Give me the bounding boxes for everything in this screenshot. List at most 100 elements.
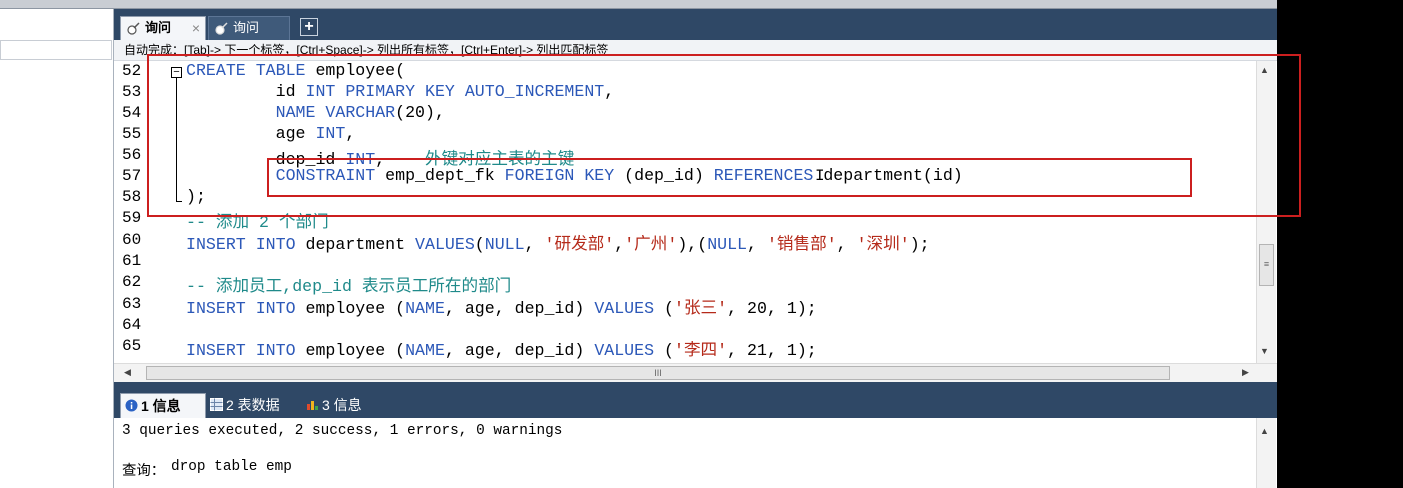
window-title-strip: [0, 0, 1277, 9]
scroll-up-icon[interactable]: ▲: [1260, 426, 1269, 436]
sql-keyword: NULL: [484, 235, 525, 254]
pane-splitter[interactable]: [114, 382, 1277, 391]
code-line[interactable]: INSERT INTO department VALUES(NULL, '研发部…: [186, 230, 930, 254]
line-number: 62: [122, 273, 142, 291]
results-vertical-scrollbar[interactable]: ▲: [1256, 418, 1276, 488]
tab-label: 3 信息: [322, 397, 362, 413]
sql-text: ,: [524, 235, 545, 254]
code-line[interactable]: -- 添加 2 个部门: [186, 208, 329, 232]
query-label: 查询：: [122, 464, 166, 480]
line-number: 63: [122, 295, 142, 313]
code-line[interactable]: );: [186, 187, 206, 206]
scroll-down-icon[interactable]: ▼: [1260, 346, 1269, 356]
line-number: 56: [122, 146, 142, 164]
sql-text: ,: [747, 235, 767, 254]
scroll-thumb[interactable]: ≡: [1259, 244, 1274, 286]
scroll-thumb[interactable]: III: [146, 366, 1170, 380]
code-line[interactable]: CONSTRAINT emp_dept_fk FOREIGN KEY (dep_…: [186, 166, 963, 185]
tab-label: 1 信息: [141, 398, 181, 414]
tab-label: 询问: [233, 20, 260, 35]
line-number: 65: [122, 337, 142, 355]
scroll-up-icon[interactable]: ▲: [1260, 65, 1269, 75]
tab-table-data[interactable]: 2 表数据: [206, 393, 296, 418]
fold-toggle-icon[interactable]: −: [171, 67, 182, 78]
sql-keyword: INSERT INTO: [186, 235, 306, 254]
results-panel[interactable]: 3 queries executed, 2 success, 1 errors,…: [114, 418, 1277, 488]
tab-label: 询问: [145, 20, 172, 35]
code-line[interactable]: id INT PRIMARY KEY AUTO_INCREMENT,: [186, 82, 615, 101]
sql-keyword: CREATE TABLE: [186, 61, 316, 80]
sql-keyword: FOREIGN KEY: [504, 166, 625, 185]
line-number: 59: [122, 209, 142, 227]
fold-guide-end: [176, 201, 182, 202]
sql-text: (dep_id): [624, 166, 714, 185]
query-tab-icon: [215, 22, 228, 35]
sql-text: ,: [614, 235, 625, 254]
query-text: drop table emp: [171, 459, 292, 475]
sql-keyword: VALUES: [415, 235, 475, 254]
tab-query-active[interactable]: 询问 ×: [120, 16, 206, 40]
sql-keyword: VALUES: [594, 299, 665, 318]
info-icon: [125, 399, 138, 412]
line-number: 54: [122, 104, 142, 122]
sql-text: ),(: [677, 235, 708, 254]
results-tab-bar: 1 信息 2 表数据 3 信息: [114, 391, 1277, 418]
sql-string: '研发部': [544, 235, 615, 254]
query-tab-icon: [127, 22, 140, 35]
sql-text: (: [664, 341, 674, 360]
line-number: 57: [122, 167, 142, 185]
sql-text: department(id): [823, 166, 963, 185]
line-number: 64: [122, 316, 142, 334]
sql-text: , age, dep_id): [444, 341, 595, 360]
scroll-right-icon[interactable]: ▶: [1242, 367, 1249, 378]
tab-query-second[interactable]: 询问: [208, 16, 290, 40]
line-number: 61: [122, 252, 142, 270]
sql-text: ,: [345, 124, 356, 143]
sql-keyword: NAME: [405, 341, 445, 360]
code-line[interactable]: -- 添加员工,dep_id 表示员工所在的部门: [186, 272, 511, 296]
sql-text: (20),: [395, 103, 445, 122]
fold-guide: [176, 73, 177, 201]
sql-keyword: VALUES: [594, 341, 665, 360]
sql-string: '销售部': [766, 235, 837, 254]
new-tab-button[interactable]: +: [300, 18, 318, 36]
sql-string: '广州': [624, 235, 678, 254]
tab-info[interactable]: 3 信息: [302, 393, 380, 418]
sql-text: );: [186, 187, 206, 206]
sql-editor[interactable]: 52 53 54 55 56 57 58 59 60 61 62 63 64 6…: [114, 61, 1277, 363]
scroll-left-icon[interactable]: ◀: [124, 367, 131, 378]
line-number: 53: [122, 83, 142, 101]
object-filter-input[interactable]: [0, 40, 112, 60]
line-number: 60: [122, 231, 142, 249]
table-icon: [210, 398, 223, 411]
sql-text: department: [305, 235, 416, 254]
editor-vertical-scrollbar[interactable]: ▲ ≡ ▼: [1256, 61, 1276, 363]
line-number-gutter: 52 53 54 55 56 57 58 59 60 61 62 63 64 6…: [114, 61, 152, 363]
sql-text: employee (: [305, 299, 406, 318]
sql-keyword: NULL: [707, 235, 748, 254]
editor-horizontal-scrollbar[interactable]: ◀ III ▶: [114, 363, 1277, 382]
sql-keyword: CONSTRAINT: [275, 166, 386, 185]
code-line[interactable]: NAME VARCHAR(20),: [186, 103, 445, 122]
sql-keyword: INT PRIMARY KEY AUTO_INCREMENT: [305, 82, 605, 101]
object-browser-panel[interactable]: [0, 9, 114, 488]
sql-keyword: NAME VARCHAR: [275, 103, 396, 122]
line-number: 52: [122, 62, 142, 80]
sql-keyword: INSERT INTO: [186, 299, 306, 318]
close-tab-icon[interactable]: ×: [192, 17, 200, 39]
sql-text: age: [186, 124, 316, 143]
code-line[interactable]: CREATE TABLE employee(: [186, 61, 405, 80]
sql-text: ,: [836, 235, 857, 254]
code-line[interactable]: age INT,: [186, 124, 356, 143]
code-line[interactable]: INSERT INTO employee (NAME, age, dep_id)…: [186, 294, 817, 318]
sql-text: , 21, 1);: [727, 341, 817, 360]
tab-messages[interactable]: 1 信息: [120, 393, 206, 418]
sql-text: employee (: [305, 341, 406, 360]
sql-text: );: [909, 235, 930, 254]
query-tab-bar: 询问 × 询问 +: [114, 9, 1277, 40]
sql-text: ,: [604, 82, 615, 101]
code-line[interactable]: INSERT INTO employee (NAME, age, dep_id)…: [186, 336, 817, 360]
sql-keyword: REFERENCES: [713, 166, 824, 185]
sql-keyword: NAME: [405, 299, 445, 318]
